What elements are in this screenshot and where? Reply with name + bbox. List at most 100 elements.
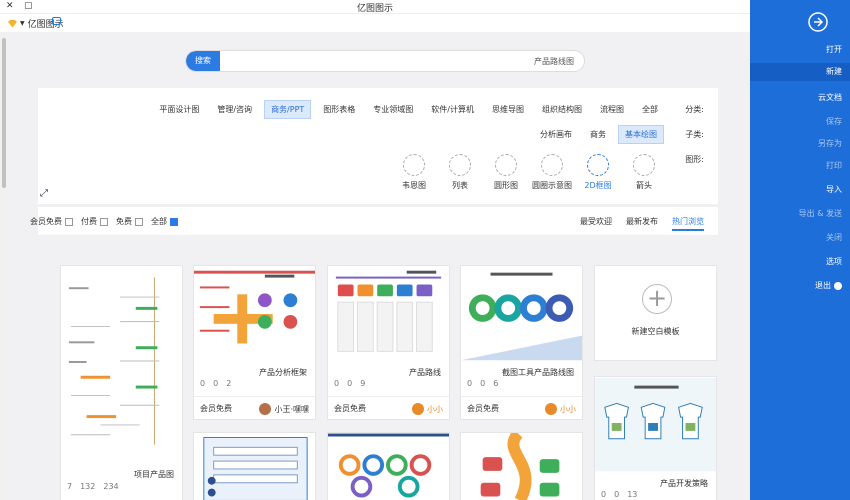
category-chip[interactable]: 平面设计图 bbox=[153, 101, 205, 118]
checkbox-label: 付费 bbox=[81, 217, 97, 226]
card-author[interactable]: 小小 bbox=[412, 403, 443, 415]
category-chip[interactable]: 图形表格 bbox=[317, 101, 361, 118]
expand-icon[interactable]: ⤢ bbox=[40, 188, 48, 199]
gem-icon bbox=[8, 19, 17, 28]
card-stats: 0 0 6 bbox=[467, 379, 498, 388]
graphic-label: 图形: bbox=[685, 155, 704, 164]
author-name: 小小 bbox=[560, 404, 576, 414]
card-stats: 0 0 9 bbox=[334, 379, 365, 388]
search-input[interactable]: 产品路线图 bbox=[534, 56, 574, 67]
template-thumbnail bbox=[328, 266, 449, 361]
sort-bar: 热门浏览 最新发布 最受欢迎 全部 免费 付费 会员免费 bbox=[30, 207, 718, 235]
template-card[interactable]: 截图工具产品路线图 0 0 6 小小 会员免费 bbox=[460, 265, 583, 420]
category-chip[interactable]: 思维导图 bbox=[486, 101, 530, 118]
template-thumbnail bbox=[461, 433, 582, 500]
sidebar-item[interactable]: 打开 bbox=[826, 44, 842, 55]
subclass-chip[interactable]: 商务 bbox=[584, 126, 612, 143]
thumb-count: 0 bbox=[347, 379, 353, 388]
graphic-option[interactable]: 列表 bbox=[440, 154, 480, 191]
template-thumbnail bbox=[461, 266, 582, 361]
backstage-sidebar: 打开新建云文档保存另存为打印导入导出 & 发送关闭选项退出 bbox=[750, 0, 850, 500]
template-card[interactable]: 项目产品图 7 132 234 bbox=[60, 265, 183, 500]
graphic-row: 图形: 箭头 2D框图 圆圈示意图 圆形图 列表 韦恩图 bbox=[394, 154, 704, 191]
window-title: 亿图图示 bbox=[356, 4, 393, 14]
graphic-icon bbox=[495, 154, 517, 176]
price-checkbox[interactable]: 会员免费 bbox=[30, 216, 73, 227]
category-chip[interactable]: 流程图 bbox=[594, 101, 630, 118]
avatar bbox=[412, 403, 424, 415]
sidebar-item[interactable]: 退出 bbox=[815, 280, 842, 291]
card-stats: 0 0 13 bbox=[601, 490, 637, 499]
scrollbar-thumb[interactable] bbox=[2, 38, 6, 188]
fee-badge: 会员免费 bbox=[334, 404, 366, 413]
subclass-row: 子类: 基本绘图 商务 分析画布 bbox=[534, 125, 704, 144]
template-card[interactable]: 产品路线 0 0 9 小小 会员免费 bbox=[327, 265, 450, 420]
template-card[interactable]: 产品开发策略 0 0 13 bbox=[594, 376, 717, 500]
thumb-count: 0 bbox=[614, 490, 620, 499]
price-checkbox[interactable]: 全部 bbox=[151, 216, 178, 227]
template-card[interactable] bbox=[460, 432, 583, 500]
card-author[interactable]: 小王·嘿嘿 bbox=[259, 403, 309, 415]
category-chip[interactable]: 组织结构图 bbox=[536, 101, 588, 118]
sort-tab[interactable]: 最受欢迎 bbox=[580, 216, 612, 231]
checkbox-label: 会员免费 bbox=[30, 217, 62, 226]
card-footer: 小小 会员免费 bbox=[461, 396, 582, 418]
avatar bbox=[545, 403, 557, 415]
checkbox-icon bbox=[100, 217, 108, 226]
scrollbar[interactable] bbox=[0, 32, 8, 500]
sidebar-item[interactable]: 导入 bbox=[826, 184, 842, 195]
sort-tab[interactable]: 最新发布 bbox=[626, 216, 658, 231]
subclass-chip[interactable]: 基本绘图 bbox=[618, 125, 664, 144]
category-label: 分类: bbox=[685, 105, 704, 114]
new-blank-template[interactable]: + 新建空白模板 bbox=[594, 265, 717, 361]
like-count: 7 bbox=[67, 482, 73, 491]
graphic-option[interactable]: 圆圈示意图 bbox=[532, 154, 572, 191]
sidebar-item[interactable]: 另存为 bbox=[818, 138, 842, 149]
graphic-option[interactable]: 韦恩图 bbox=[394, 154, 434, 191]
template-card[interactable]: 产品分析框架 0 0 2 小王·嘿嘿 会员免费 bbox=[193, 265, 316, 420]
sort-tabs: 热门浏览 最新发布 最受欢迎 bbox=[580, 216, 704, 231]
category-chip[interactable]: 全部 bbox=[636, 101, 664, 118]
price-checkbox[interactable]: 付费 bbox=[81, 216, 108, 227]
sidebar-item[interactable]: 关闭 bbox=[826, 232, 842, 243]
card-stats: 0 0 2 bbox=[200, 379, 231, 388]
category-chip[interactable]: 管理/咨询 bbox=[211, 101, 258, 118]
back-arrow-icon[interactable] bbox=[808, 12, 828, 32]
checkbox-icon bbox=[135, 217, 143, 226]
card-title: 产品开发策略 bbox=[660, 479, 708, 488]
graphic-icon bbox=[403, 154, 425, 176]
author-name: 小王·嘿嘿 bbox=[274, 404, 309, 414]
category-chip[interactable]: 商务/PPT bbox=[264, 100, 312, 119]
price-checkbox[interactable]: 免费 bbox=[116, 216, 143, 227]
search-button[interactable]: 搜索 bbox=[186, 51, 220, 71]
card-author[interactable]: 小小 bbox=[545, 403, 576, 415]
graphic-option[interactable]: 2D框图 bbox=[578, 154, 618, 191]
like-count: 0 bbox=[200, 379, 206, 388]
sidebar-item[interactable]: 保存 bbox=[826, 116, 842, 127]
template-card[interactable] bbox=[193, 432, 316, 500]
checkbox-label: 免费 bbox=[116, 217, 132, 226]
sort-tab[interactable]: 热门浏览 bbox=[672, 216, 704, 231]
graphic-option[interactable]: 圆形图 bbox=[486, 154, 526, 191]
subclass-chip[interactable]: 分析画布 bbox=[534, 126, 578, 143]
sidebar-item[interactable]: 导出 & 发送 bbox=[799, 208, 842, 219]
sidebar-item[interactable]: 打印 bbox=[826, 160, 842, 171]
graphic-label: 圆形图 bbox=[494, 181, 518, 190]
subclass-label: 子类: bbox=[685, 130, 704, 139]
sidebar-item[interactable]: 云文档 bbox=[818, 92, 842, 103]
author-name: 小小 bbox=[427, 404, 443, 414]
template-thumbnail bbox=[61, 266, 182, 456]
sidebar-item[interactable]: 选项 bbox=[826, 256, 842, 267]
template-card[interactable] bbox=[327, 432, 450, 500]
category-chip[interactable]: 软件/计算机 bbox=[425, 101, 480, 118]
view-count: 13 bbox=[627, 490, 638, 499]
card-footer: 小王·嘿嘿 会员免费 bbox=[194, 396, 315, 418]
graphic-option[interactable]: 箭头 bbox=[624, 154, 664, 191]
template-thumbnail bbox=[595, 377, 716, 472]
card-stats: 7 132 234 bbox=[67, 482, 119, 491]
checkbox-label: 全部 bbox=[151, 217, 167, 226]
chat-icon[interactable] bbox=[52, 17, 61, 25]
sidebar-item[interactable]: 新建 bbox=[750, 63, 850, 81]
avatar bbox=[259, 403, 272, 415]
category-chip[interactable]: 专业领域图 bbox=[367, 101, 419, 118]
